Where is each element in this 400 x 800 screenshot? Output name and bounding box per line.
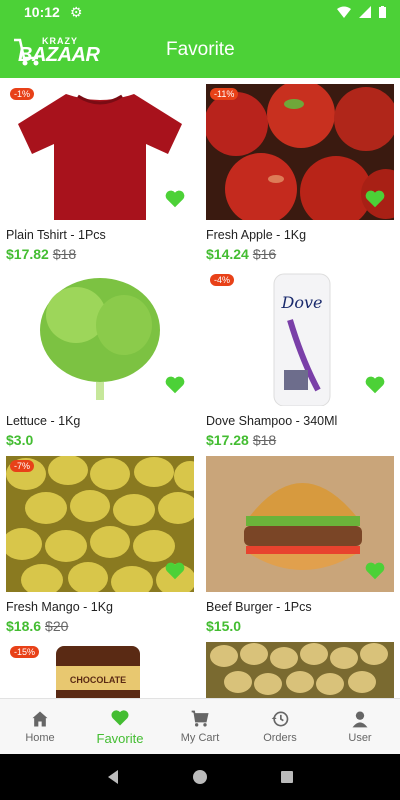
app-logo: KRAZY BAZAAR: [12, 32, 100, 72]
product-image: Dove -4%: [206, 270, 394, 406]
brand-label: Dove: [281, 293, 323, 312]
product-image: -1%: [6, 84, 194, 220]
system-navigation-bar: [0, 754, 400, 800]
product-image: [206, 642, 394, 698]
nav-user-label: User: [348, 732, 372, 744]
jar-label: CHOCOLATE: [70, 675, 126, 685]
user-icon: [352, 711, 368, 728]
product-price: $15.0: [206, 618, 242, 634]
nav-orders-label: Orders: [263, 732, 297, 744]
discount-badge: -7%: [10, 460, 35, 472]
nav-home-label: Home: [25, 732, 55, 744]
status-bar: 10:12 ⚙: [0, 0, 400, 24]
product-image: [6, 270, 194, 406]
back-icon[interactable]: [105, 769, 121, 785]
product-card[interactable]: -11% Fresh Apple - 1Kg $14.24 $16: [206, 84, 394, 264]
product-price: $17.82: [6, 246, 49, 262]
product-card[interactable]: [206, 642, 394, 698]
product-card[interactable]: -1% Plain Tshirt - 1Pcs $17.82 $18: [6, 84, 194, 264]
product-image: CHOCOLATE -15%: [6, 642, 194, 698]
product-image: -11%: [206, 84, 394, 220]
bottom-navigation: Home Favorite My Cart Orders User: [0, 698, 400, 754]
product-old-price: $18: [252, 432, 277, 448]
favorites-grid: -1% Plain Tshirt - 1Pcs $17.82 $18 -11% F…: [0, 78, 400, 698]
nav-home[interactable]: Home: [0, 699, 80, 754]
recents-icon[interactable]: [279, 769, 295, 785]
signal-icon: [359, 6, 371, 18]
nav-user[interactable]: User: [320, 699, 400, 754]
product-price: $17.28: [206, 432, 249, 448]
heart-icon[interactable]: [364, 188, 386, 210]
product-name: Fresh Apple - 1Kg: [206, 228, 307, 242]
app-bar: KRAZY BAZAAR Favorite: [0, 24, 400, 78]
product-name: Beef Burger - 1Pcs: [206, 600, 312, 614]
status-time: 10:12: [24, 4, 60, 20]
nav-cart-label: My Cart: [180, 732, 220, 744]
product-card[interactable]: -7% Fresh Mango - 1Kg $18.6 $20: [6, 456, 194, 636]
discount-badge: -4%: [210, 274, 235, 286]
product-image: -7%: [6, 456, 194, 592]
heart-icon: [111, 709, 129, 725]
heart-icon[interactable]: [164, 374, 186, 396]
cart-icon: [191, 710, 209, 727]
product-old-price: $18: [52, 246, 77, 262]
product-name: Fresh Mango - 1Kg: [6, 600, 113, 614]
history-icon: [271, 711, 289, 727]
nav-orders[interactable]: Orders: [240, 699, 320, 754]
potato-image: [210, 643, 388, 695]
product-old-price: $20: [45, 618, 69, 634]
product-price: $18.6: [6, 618, 42, 634]
product-name: Lettuce - 1Kg: [6, 414, 81, 428]
battery-icon: [379, 6, 386, 18]
product-price: $14.24: [206, 246, 249, 262]
home-circle-icon[interactable]: [192, 769, 208, 785]
page-title: Favorite: [166, 39, 235, 60]
product-image: [206, 456, 394, 592]
home-icon: [32, 711, 48, 727]
logo-big-text: BAZAAR: [18, 44, 100, 66]
gear-icon: ⚙: [69, 3, 83, 20]
heart-icon[interactable]: [364, 374, 386, 396]
heart-icon[interactable]: [164, 188, 186, 210]
product-old-price: $16: [252, 246, 277, 262]
product-card[interactable]: Beef Burger - 1Pcs $15.0: [206, 456, 394, 636]
nav-favorite[interactable]: Favorite: [80, 699, 160, 754]
nav-favorite-label: Favorite: [96, 730, 144, 746]
product-card[interactable]: CHOCOLATE -15%: [6, 642, 194, 698]
discount-badge: -11%: [210, 88, 239, 100]
heart-icon[interactable]: [164, 560, 186, 582]
nav-cart[interactable]: My Cart: [160, 699, 240, 754]
heart-icon[interactable]: [364, 560, 386, 582]
product-card[interactable]: Dove -4% Dove Shampoo - 340Ml $17.28 $18: [206, 270, 394, 450]
product-name: Dove Shampoo - 340Ml: [206, 414, 338, 428]
product-name: Plain Tshirt - 1Pcs: [6, 228, 106, 242]
product-card[interactable]: Lettuce - 1Kg $3.0: [6, 270, 194, 450]
discount-badge: -15%: [10, 646, 40, 658]
product-price: $3.0: [6, 432, 34, 448]
discount-badge: -1%: [10, 88, 35, 100]
wifi-icon: [337, 6, 351, 18]
